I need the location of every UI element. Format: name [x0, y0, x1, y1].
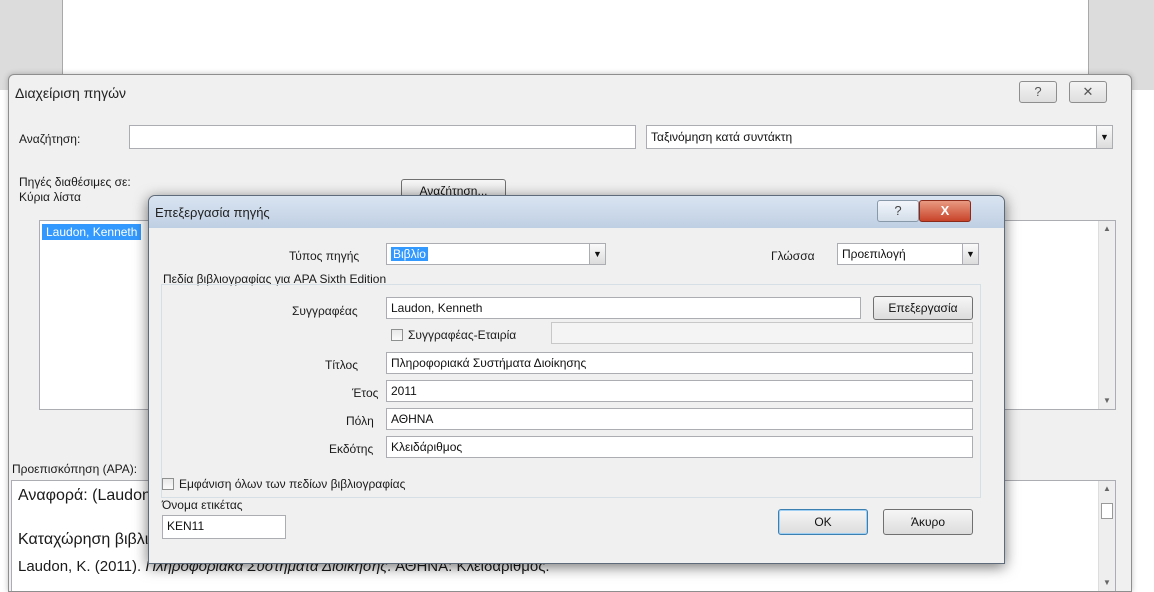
help-icon[interactable]: ?: [877, 200, 919, 222]
cancel-button[interactable]: Άκυρο: [883, 509, 973, 535]
search-label: Αναζήτηση:: [19, 132, 81, 146]
show-all-fields-label: Εμφάνιση όλων των πεδίων βιβλιογραφίας: [179, 477, 406, 491]
corporate-author-label: Συγγραφέας-Εταιρία: [408, 328, 517, 342]
year-label: Έτος: [352, 386, 379, 400]
title-field[interactable]: Πληροφοριακά Συστήματα Διοίκησης: [386, 352, 973, 374]
master-list-label: Κύρια λίστα: [19, 190, 81, 204]
scroll-down-icon[interactable]: ▼: [1099, 393, 1115, 409]
sort-select-value: Ταξινόμηση κατά συντάκτη: [651, 130, 793, 144]
author-field[interactable]: Laudon, Kenneth: [386, 297, 861, 319]
scroll-up-icon[interactable]: ▲: [1099, 481, 1115, 497]
preview-label: Προεπισκόπηση (APA):: [12, 462, 138, 476]
preview-scrollbar[interactable]: ▲ ▼: [1098, 481, 1115, 591]
publisher-field[interactable]: Κλειδάριθμος: [386, 436, 973, 458]
scroll-up-icon[interactable]: ▲: [1099, 221, 1115, 237]
show-all-fields-checkbox[interactable]: [162, 478, 174, 490]
manage-sources-title: Διαχείριση πηγών: [15, 85, 127, 101]
author-label: Συγγραφέας: [292, 304, 358, 318]
tag-name-field[interactable]: KEN11: [162, 515, 286, 539]
publisher-label: Εκδότης: [329, 442, 374, 456]
edit-author-button[interactable]: Επεξεργασία: [873, 296, 973, 320]
edit-source-dialog: Επεξεργασία πηγής ? X Τύπος πηγής Βιβλίο…: [148, 195, 1005, 564]
master-list-scrollbar[interactable]: ▲ ▼: [1098, 221, 1115, 409]
source-type-select[interactable]: Βιβλίο ▼: [386, 243, 606, 265]
edit-source-body: Τύπος πηγής Βιβλίο ▼ Γλώσσα Προεπιλογή ▼…: [159, 228, 992, 553]
close-icon[interactable]: X: [919, 200, 971, 222]
corporate-author-field[interactable]: [551, 322, 973, 344]
preview-entry-author: Laudon, K. (2011).: [18, 558, 146, 575]
language-value: Προεπιλογή: [842, 247, 906, 261]
language-select[interactable]: Προεπιλογή ▼: [837, 243, 979, 265]
scroll-down-icon[interactable]: ▼: [1099, 575, 1115, 591]
sources-available-label: Πηγές διαθέσιμες σε:: [19, 175, 131, 189]
sort-select[interactable]: Ταξινόμηση κατά συντάκτη ▼: [646, 125, 1113, 149]
source-type-label: Τύπος πηγής: [289, 249, 360, 263]
ok-button[interactable]: OK: [778, 509, 868, 535]
title-label: Τίτλος: [325, 358, 359, 372]
edit-source-titlebar: Επεξεργασία πηγής ? X: [149, 196, 1004, 228]
list-item[interactable]: Laudon, Kenneth: [42, 224, 142, 240]
edit-source-title: Επεξεργασία πηγής: [155, 205, 270, 220]
search-input[interactable]: [129, 125, 636, 149]
language-label: Γλώσσα: [771, 249, 815, 263]
city-field[interactable]: ΑΘΗΝΑ: [386, 408, 973, 430]
corporate-author-checkbox[interactable]: [391, 329, 403, 341]
close-icon[interactable]: ✕: [1069, 81, 1107, 103]
year-field[interactable]: 2011: [386, 380, 973, 402]
source-type-value: Βιβλίο: [391, 247, 428, 261]
chevron-down-icon[interactable]: ▼: [962, 244, 978, 264]
city-label: Πόλη: [346, 414, 374, 428]
scroll-thumb[interactable]: [1101, 503, 1113, 519]
chevron-down-icon[interactable]: ▼: [1096, 126, 1112, 148]
tag-name-label: Όνομα ετικέτας: [162, 498, 243, 512]
chevron-down-icon[interactable]: ▼: [589, 244, 605, 264]
help-icon[interactable]: ?: [1019, 81, 1057, 103]
